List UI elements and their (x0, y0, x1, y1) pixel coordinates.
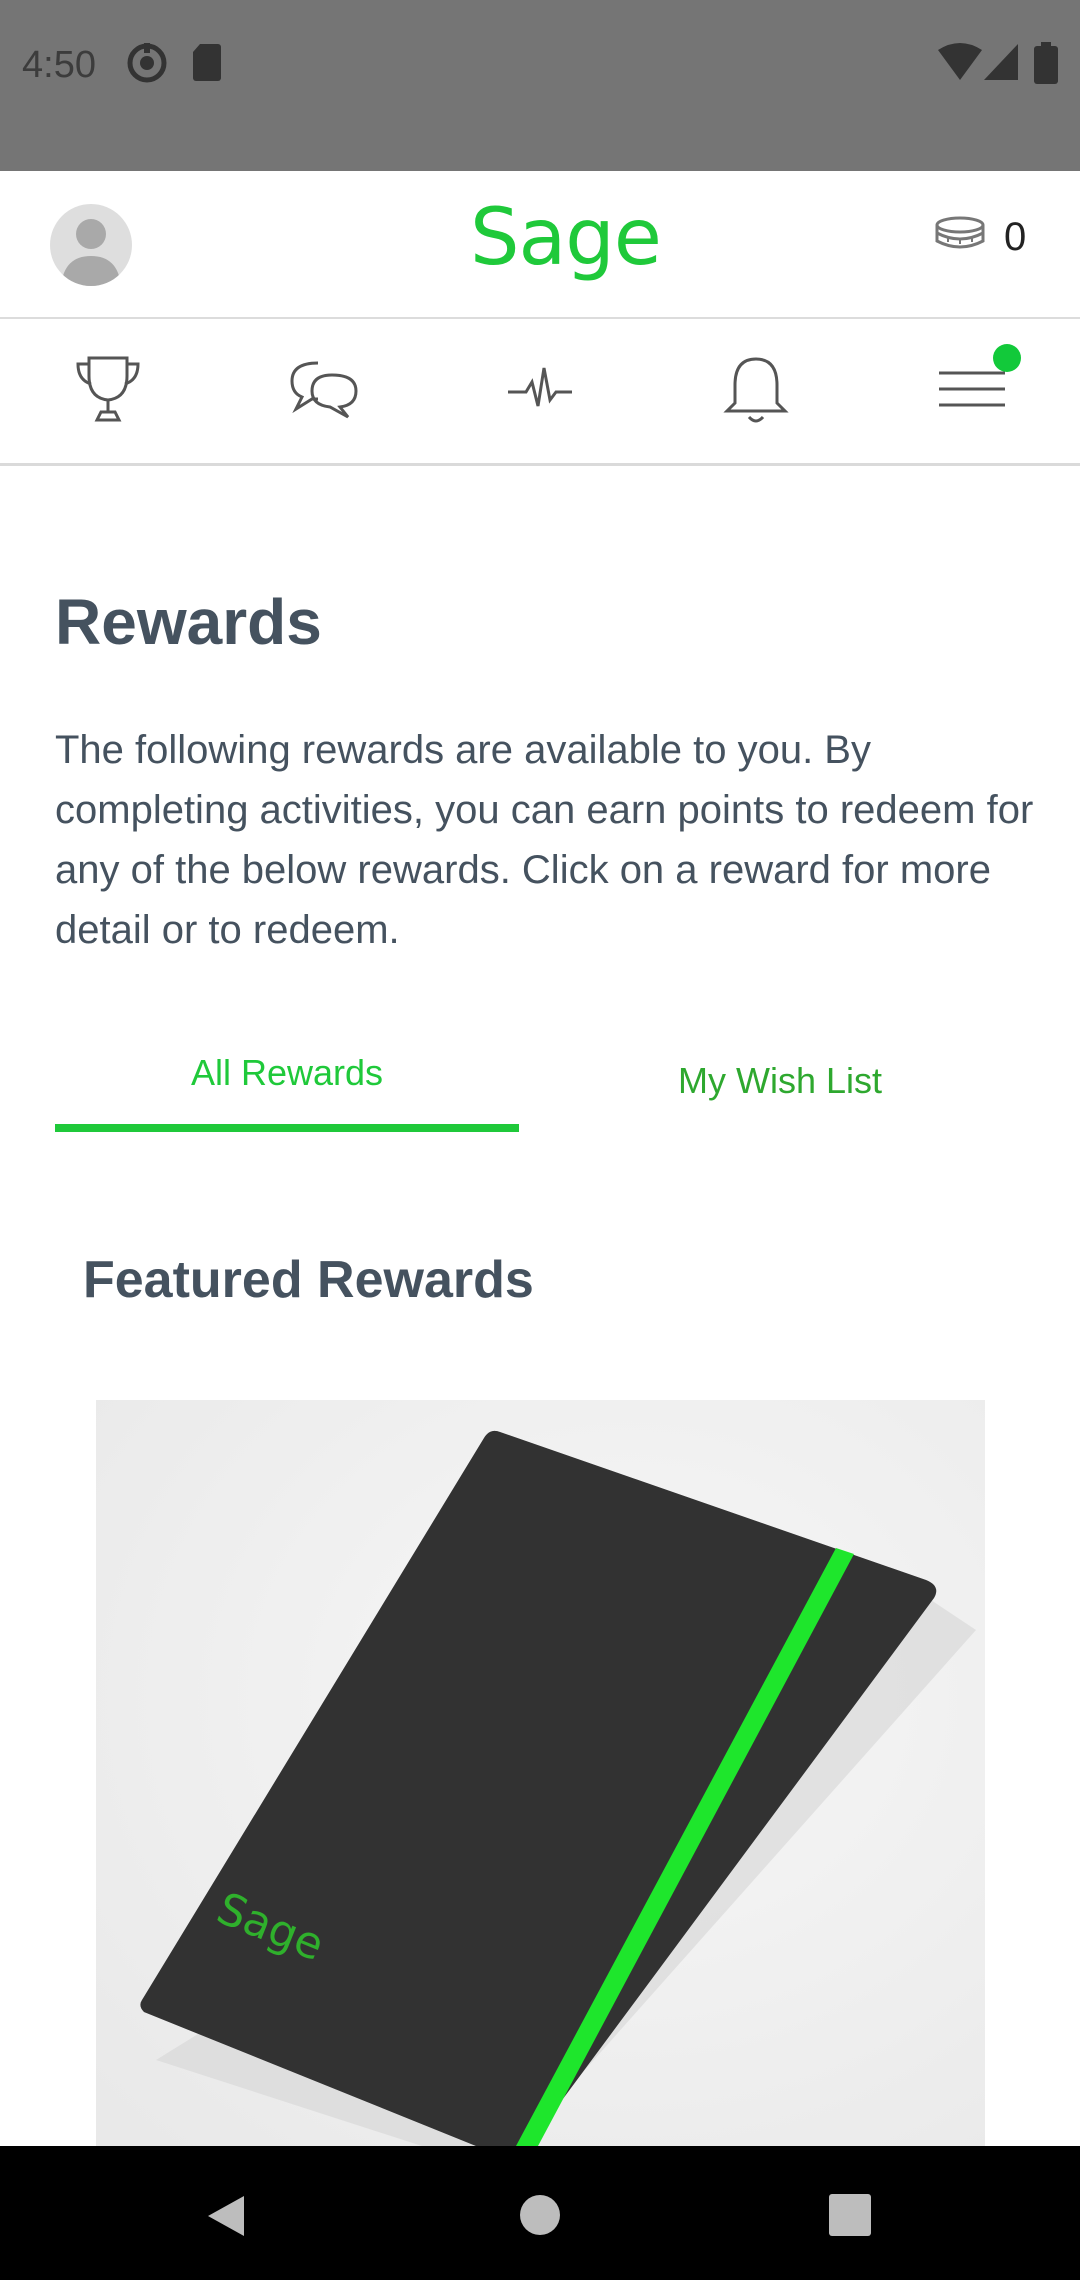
brand-logo: Sage (470, 193, 662, 283)
nav-activity[interactable] (500, 351, 580, 431)
featured-reward-image[interactable]: Sage (96, 1400, 985, 2146)
signal-icon (984, 42, 1018, 87)
trophy-icon (75, 354, 141, 429)
points-display[interactable]: 0 (934, 215, 1026, 260)
tab-all-rewards[interactable]: All Rewards (55, 1052, 519, 1094)
points-value: 0 (1004, 215, 1027, 259)
app-header: Sage 0 (0, 171, 1080, 319)
sd-card-icon (192, 42, 222, 87)
status-time: 4:50 (22, 44, 96, 86)
system-nav-bar (0, 2146, 1080, 2280)
activity-icon (506, 364, 574, 419)
menu-notification-dot (993, 344, 1021, 372)
section-title: Featured Rewards (83, 1251, 534, 1309)
menu-icon (937, 367, 1007, 416)
active-tab-indicator (55, 1124, 519, 1132)
battery-icon (1034, 42, 1058, 89)
coins-icon (934, 215, 986, 260)
back-icon[interactable] (206, 2194, 246, 2243)
nav-notifications[interactable] (716, 351, 796, 431)
recents-icon[interactable] (829, 2194, 871, 2241)
home-icon[interactable] (519, 2194, 561, 2241)
intro-text: The following rewards are available to y… (55, 728, 1034, 952)
nav-rewards[interactable] (68, 351, 148, 431)
page-title: Rewards (55, 586, 322, 658)
tab-my-wish-list[interactable]: My Wish List (560, 1060, 1000, 1102)
avatar[interactable] (50, 204, 132, 286)
nav-discussions[interactable] (284, 351, 364, 431)
wifi-icon (938, 42, 982, 87)
sync-icon (126, 42, 168, 89)
bell-icon (723, 353, 789, 430)
status-bar: 4:50 (0, 0, 1080, 171)
nav-bar (0, 319, 1080, 466)
chat-icon (288, 359, 360, 424)
